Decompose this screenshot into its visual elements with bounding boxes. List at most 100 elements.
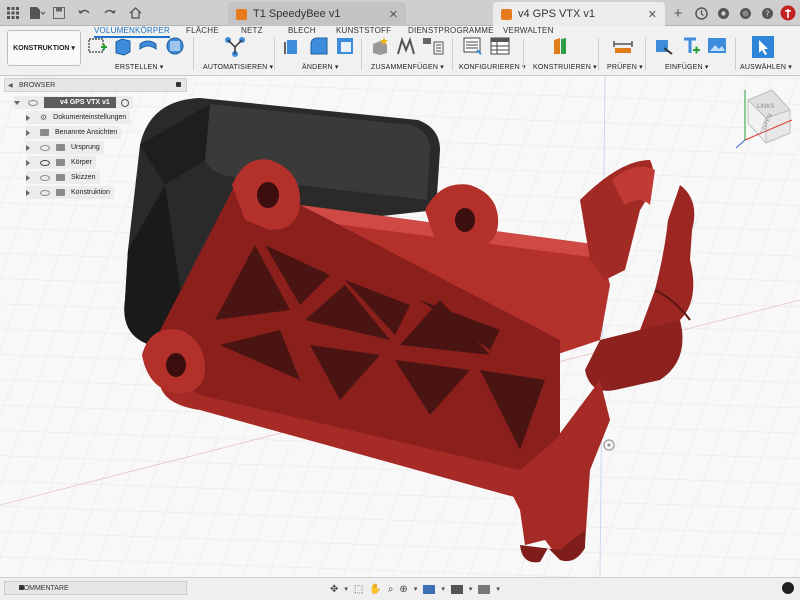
group-automatisieren[interactable]: AUTOMATISIEREN ▾	[203, 63, 273, 71]
panel-pin-icon[interactable]	[19, 585, 24, 590]
dropdown-arrow-icon[interactable]: ▾	[469, 585, 473, 593]
panel-pin-icon[interactable]	[176, 82, 181, 87]
group-aendern[interactable]: ÄNDERN ▾	[302, 63, 339, 71]
box-icon[interactable]	[165, 36, 185, 56]
group-zusammenfuegen[interactable]: ZUSAMMENFÜGEN ▾	[371, 63, 444, 71]
create-sketch-icon[interactable]	[88, 36, 108, 56]
group-pruefen[interactable]: PRÜFEN ▾	[607, 63, 643, 71]
visibility-eye-icon[interactable]	[40, 159, 50, 166]
revolve-icon[interactable]	[138, 36, 158, 56]
grid-settings-icon[interactable]	[450, 584, 463, 594]
folder-icon	[56, 189, 65, 196]
expand-arrow-icon[interactable]	[26, 159, 30, 166]
tab-kunststoff[interactable]: KUNSTSTOFF	[336, 26, 391, 35]
dropdown-arrow-icon[interactable]: ▾	[496, 585, 500, 593]
dropdown-arrow-icon[interactable]: ▾	[344, 585, 348, 593]
workspace-selector[interactable]: KONSTRUKTION ▾	[7, 30, 81, 66]
browser-root-label: v4 GPS VTX v1	[44, 97, 116, 108]
close-tab-icon[interactable]: ✕	[648, 8, 657, 21]
orbit-icon[interactable]: ✥	[330, 584, 338, 595]
browser-item-construction[interactable]: Konstruktion	[26, 186, 114, 199]
ribbon-separator	[645, 38, 646, 70]
browser-root-item[interactable]: v4 GPS VTX v1	[14, 96, 133, 109]
app-grid-icon[interactable]	[6, 4, 20, 22]
dropdown-arrow-icon[interactable]: ▾	[414, 585, 418, 593]
shell-icon[interactable]	[335, 36, 355, 56]
folder-icon	[56, 144, 65, 151]
measure-icon[interactable]	[612, 36, 633, 56]
bottom-bar: KOMMENTARE ✥ ▾ ⬚ ✋ ⌕ ⊕ ▾ ▾ ▾ ▾	[0, 577, 800, 600]
pan-icon[interactable]: ✋	[369, 584, 381, 595]
browser-panel-header[interactable]: ◀ BROWSER	[4, 78, 187, 92]
offset-plane-icon[interactable]	[552, 36, 572, 56]
visibility-eye-icon[interactable]	[28, 99, 38, 106]
insert-image-icon[interactable]	[707, 36, 727, 56]
visibility-eye-icon[interactable]	[40, 189, 50, 196]
configure-table-icon[interactable]	[490, 36, 510, 56]
expand-arrow-icon[interactable]	[26, 144, 30, 151]
close-tab-icon[interactable]: ✕	[389, 8, 398, 21]
collapse-icon[interactable]: ◀	[8, 82, 13, 89]
home-icon[interactable]	[128, 4, 142, 22]
parameters-icon[interactable]	[463, 36, 483, 56]
fillet-icon[interactable]	[309, 36, 329, 56]
expand-arrow-icon[interactable]	[14, 100, 20, 105]
workspace-label: KONSTRUKTION	[13, 44, 70, 52]
job-status-icon[interactable]	[694, 4, 708, 22]
group-auswaehlen[interactable]: AUSWÄHLEN ▾	[740, 63, 792, 71]
automate-icon[interactable]	[224, 36, 245, 57]
browser-item-named-views[interactable]: Benannte Ansichten	[26, 126, 122, 139]
visibility-eye-icon[interactable]	[40, 174, 50, 181]
dropdown-arrow-icon[interactable]: ▾	[441, 585, 445, 593]
tab-blech[interactable]: BLECH	[288, 26, 316, 35]
expand-arrow-icon[interactable]	[26, 114, 30, 121]
design-viewport[interactable]: LINKS UNTEN	[0, 76, 800, 578]
tab-flaeche[interactable]: FLÄCHE	[186, 26, 219, 35]
new-component-icon[interactable]	[370, 36, 390, 56]
fit-icon[interactable]: ⊕	[399, 584, 407, 595]
select-icon[interactable]	[752, 36, 774, 58]
look-at-icon[interactable]: ⬚	[354, 584, 363, 595]
toolbar-ribbon: KONSTRUKTION ▾ VOLUMENKÖRPER FLÄCHE NETZ…	[0, 26, 800, 76]
online-status-icon[interactable]	[738, 4, 752, 22]
save-icon[interactable]	[52, 4, 66, 22]
expand-arrow-icon[interactable]	[26, 189, 30, 196]
undo-icon[interactable]	[74, 4, 96, 22]
new-tab-icon[interactable]: +	[672, 4, 684, 22]
help-icon[interactable]: ?	[760, 4, 774, 22]
visibility-eye-icon[interactable]	[40, 144, 50, 151]
file-menu-icon[interactable]	[28, 4, 46, 22]
folder-icon	[56, 159, 65, 166]
model-canvas[interactable]: LINKS UNTEN	[0, 76, 800, 578]
tab-dienstprogramme[interactable]: DIENSTPROGRAMME	[408, 26, 494, 35]
tab-netz[interactable]: NETZ	[241, 26, 263, 35]
activate-radio-icon[interactable]	[121, 98, 129, 107]
group-konstruieren[interactable]: KONSTRUIEREN ▾	[533, 63, 597, 71]
insert-mesh-icon[interactable]	[681, 36, 701, 56]
browser-item-sketches[interactable]: Skizzen	[26, 171, 100, 184]
viewports-icon[interactable]	[478, 584, 491, 594]
group-konfigurieren[interactable]: KONFIGURIEREN ▾	[459, 63, 526, 71]
notifications-icon[interactable]	[716, 4, 730, 22]
browser-item-document-settings[interactable]: ⚙ Dokumenteinstellungen	[26, 111, 131, 124]
document-tab-title: T1 SpeedyBee v1	[253, 8, 341, 20]
press-pull-icon[interactable]	[283, 36, 303, 56]
extrude-icon[interactable]	[113, 36, 133, 56]
expand-arrow-icon[interactable]	[26, 129, 30, 136]
as-built-joint-icon[interactable]	[422, 36, 444, 56]
browser-item-origin[interactable]: Ursprung	[26, 141, 104, 154]
user-avatar-icon[interactable]	[780, 4, 796, 22]
browser-item-bodies[interactable]: Körper	[26, 156, 97, 169]
document-tab-inactive[interactable]: T1 SpeedyBee v1 ✕	[228, 2, 406, 26]
comments-panel-header[interactable]: KOMMENTARE	[4, 581, 187, 595]
tab-verwalten[interactable]: VERWALTEN	[503, 26, 554, 35]
group-erstellen[interactable]: ERSTELLEN ▾	[115, 63, 164, 71]
display-settings-icon[interactable]	[423, 584, 436, 594]
joint-icon[interactable]	[396, 36, 416, 56]
document-tab-active[interactable]: v4 GPS VTX v1 ✕	[493, 2, 665, 26]
zoom-icon[interactable]: ⌕	[388, 584, 394, 595]
redo-icon[interactable]	[98, 4, 120, 22]
insert-derive-icon[interactable]	[654, 36, 674, 56]
group-einfuegen[interactable]: EINFÜGEN ▾	[665, 63, 709, 71]
expand-arrow-icon[interactable]	[26, 174, 30, 181]
